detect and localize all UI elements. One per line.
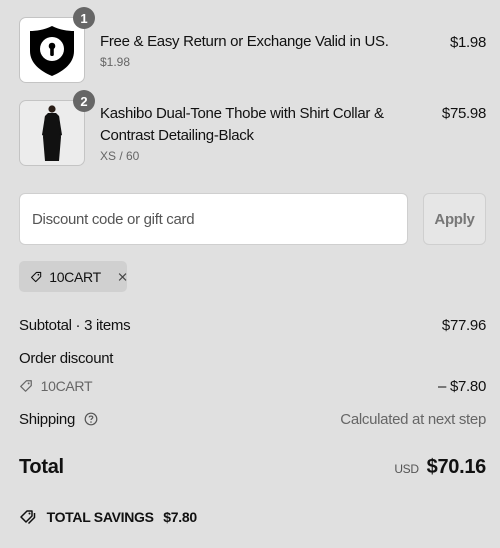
item-price: $1.98 — [449, 34, 486, 51]
cart-line-item: 2 Kashibo Dual-Tone Thobe with Shirt Col… — [19, 90, 486, 166]
total-savings-label: TOTAL SAVINGS — [46, 509, 154, 525]
item-variant: XS / 60 — [100, 149, 140, 163]
question-circle-icon[interactable] — [84, 412, 98, 426]
total-savings-row: TOTAL SAVINGS $7.80 — [19, 509, 486, 525]
subtotal-value: $77.96 — [441, 317, 486, 334]
product-thumbnail: 1 — [19, 7, 95, 83]
shipping-label: Shipping — [19, 411, 75, 428]
total-value: $70.16 — [426, 456, 487, 478]
item-title: Free & Easy Return or Exchange Valid in … — [100, 33, 389, 50]
total-savings-value: $7.80 — [163, 509, 197, 525]
tags-icon — [20, 510, 36, 525]
tag-icon — [20, 380, 32, 392]
order-discount-label: Order discount — [19, 350, 114, 367]
subtotal-row: Subtotal · 3 items $77.96 — [19, 317, 486, 334]
shipping-value: Calculated at next step — [340, 411, 486, 428]
discount-code-input[interactable] — [19, 193, 408, 245]
total-amount: USD $70.16 — [394, 456, 486, 479]
total-row: Total USD $70.16 — [19, 456, 486, 484]
item-price: $75.98 — [441, 105, 486, 122]
discount-code-label: 10CART — [49, 268, 101, 285]
apply-discount-button[interactable]: Apply — [423, 193, 486, 245]
close-icon[interactable] — [118, 271, 127, 283]
quantity-badge: 1 — [73, 7, 95, 29]
tag-icon — [30, 271, 42, 282]
applied-discount-chip: 10CART — [19, 261, 127, 292]
quantity-badge: 2 — [73, 90, 95, 112]
thobe-figure-icon — [42, 105, 62, 161]
item-title: Kashibo Dual-Tone Thobe with Shirt Colla… — [100, 105, 384, 144]
currency-code: USD — [394, 462, 419, 476]
discount-value: – $7.80 — [438, 378, 486, 395]
cart-line-item: 1 Free & Easy Return or Exchange Valid i… — [19, 7, 486, 83]
subtotal-label: Subtotal · 3 items — [19, 317, 131, 334]
total-label: Total — [19, 456, 64, 478]
order-discount-row: Order discount — [19, 350, 486, 367]
discount-code-row: 10CART – $7.80 — [19, 378, 486, 395]
item-variant: $1.98 — [100, 55, 131, 69]
product-thumbnail: 2 — [19, 90, 95, 166]
discount-code: 10CART — [40, 378, 93, 394]
shipping-row: Shipping Calculated at next step — [19, 411, 486, 428]
shield-keyhole-icon — [30, 26, 74, 76]
